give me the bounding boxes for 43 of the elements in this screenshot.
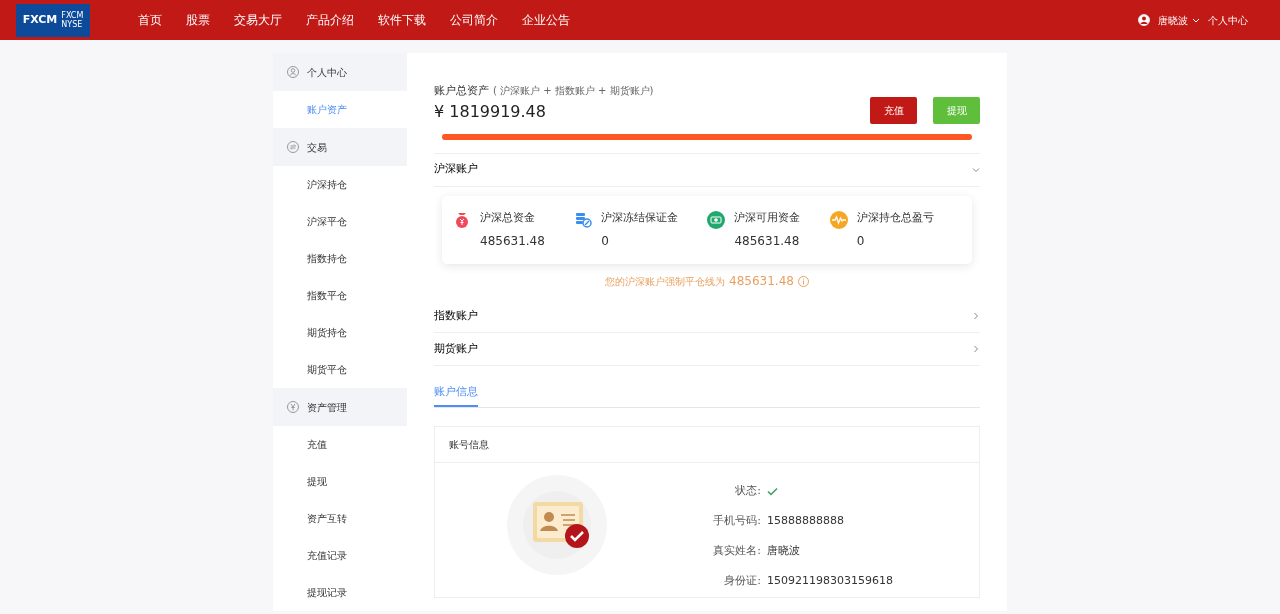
recharge-button[interactable]: 充值 xyxy=(870,96,917,124)
sidebar-group-title: 交易 xyxy=(307,140,327,155)
exchange-icon xyxy=(287,141,299,153)
field-value: 150921198303159618 xyxy=(766,573,893,590)
info-card-title: 账号信息 xyxy=(449,437,489,452)
personal-center-link[interactable]: 个人中心 xyxy=(1208,12,1248,28)
sidebar-group-title: 个人中心 xyxy=(307,65,347,80)
chevron-down-icon xyxy=(1192,17,1200,23)
nav-link[interactable]: 股票 xyxy=(186,11,210,29)
liquidation-hint: 您的沪深账户强制平仓线为 xyxy=(605,274,726,289)
yen-icon xyxy=(287,401,299,413)
stat-value: 0 xyxy=(601,233,610,250)
total-assets: ¥ 1819919.48 xyxy=(434,100,547,123)
stat-value: 485631.48 xyxy=(734,233,801,250)
sidebar-group-title: 资产管理 xyxy=(307,400,347,415)
stat-label: 沪深持仓总盈亏 xyxy=(856,209,934,226)
pulse-wave-icon xyxy=(828,209,849,230)
nav-link[interactable]: 公司简介 xyxy=(450,11,498,29)
nav-link[interactable]: 企业公告 xyxy=(522,11,570,29)
info-icon xyxy=(797,275,809,287)
banknote-icon xyxy=(706,209,727,230)
stat-value: 485631.48 xyxy=(480,233,545,250)
nav-link[interactable]: 首页 xyxy=(138,11,162,29)
stat-label: 沪深冻结保证金 xyxy=(601,209,679,226)
nav-link[interactable]: 产品介绍 xyxy=(306,11,354,29)
user-icon xyxy=(287,66,299,78)
user-avatar-icon xyxy=(1138,14,1150,26)
stat-label: 沪深总资金 xyxy=(480,209,536,226)
user-menu[interactable]: 唐晓波 xyxy=(1158,12,1200,28)
field-value: 唐晓波 xyxy=(766,543,800,560)
nav-link[interactable]: 交易大厅 xyxy=(234,11,282,29)
field-label: 身份证: xyxy=(723,573,761,590)
liquidation-value: 485631.48 xyxy=(729,273,794,290)
field-label: 真实姓名: xyxy=(712,543,761,560)
stat-value: 0 xyxy=(856,233,866,250)
nav-link[interactable]: 软件下载 xyxy=(378,11,426,29)
stat-label: 沪深可用资金 xyxy=(734,209,801,226)
assets-note: ( 沪深账户 + 指数账户 + 期货账户) xyxy=(493,84,654,98)
assets-title: 账户总资产 xyxy=(434,83,489,99)
tab[interactable]: 账户信息 xyxy=(434,384,478,407)
field-label: 手机号码: xyxy=(712,513,761,530)
field-label: 状态: xyxy=(734,483,761,500)
field-value: 15888888888 xyxy=(766,513,844,530)
